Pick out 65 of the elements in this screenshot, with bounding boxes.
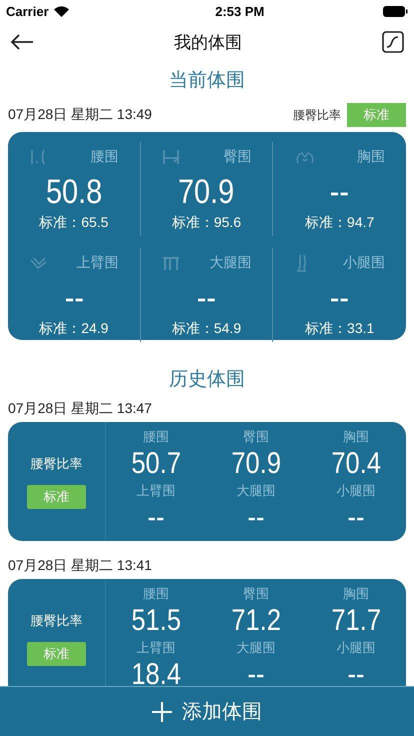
clock-time: 2:53 PM (215, 4, 264, 18)
standard-value: 标准：33.1 (305, 320, 374, 338)
standard-value: 标准：54.9 (172, 320, 242, 338)
measure-value: 18.4 (131, 656, 181, 686)
ratio-label: 腰臀比率 (30, 454, 82, 472)
measure-label: 胸围 (343, 584, 369, 602)
battery-icon (383, 6, 408, 16)
measure-value: -- (148, 500, 164, 536)
standard-value: 标准：65.5 (39, 214, 108, 232)
measure-value: 71.7 (331, 602, 381, 638)
measure-value: 50.7 (131, 446, 181, 482)
measure-value: 70.9 (231, 446, 281, 482)
carrier-label: Carrier (6, 4, 49, 18)
section-title: 历史体围 (168, 368, 246, 392)
measure-value: -- (196, 278, 216, 319)
record-date: 07月28日 星期二 13:41 (8, 556, 153, 575)
standard-value: 标准：24.9 (39, 320, 108, 338)
back-arrow-icon (10, 34, 34, 50)
ratio-label: 腰臀比率 (30, 612, 82, 630)
measure-label: 大腿围 (236, 482, 276, 500)
standard-value: 标准：94.7 (305, 214, 374, 232)
page-title: 我的体围 (174, 32, 242, 54)
measure-value: -- (348, 656, 364, 686)
measure-label: 臀围 (223, 148, 252, 166)
measure-label: 臀围 (243, 584, 269, 602)
chart-button[interactable] (382, 31, 404, 53)
status-badge: 标准 (27, 484, 86, 508)
measure-value: 71.2 (231, 602, 281, 638)
section-title: 当前体围 (168, 69, 246, 93)
back-button[interactable] (10, 34, 34, 50)
record-date: 07月28日 星期二 13:49 (8, 106, 152, 124)
measure-label: 上臂围 (76, 254, 119, 272)
measure-value: 51.5 (131, 602, 181, 638)
measure-label: 腰围 (90, 148, 119, 166)
measure-value: 70.4 (331, 446, 381, 482)
chart-icon (382, 31, 404, 53)
measure-label: 大腿围 (209, 254, 252, 272)
measure-label: 腰围 (143, 428, 169, 446)
measure-value: -- (330, 172, 350, 213)
add-measurement-button[interactable]: 添加体围 (0, 686, 414, 736)
measure-value: 70.9 (178, 172, 235, 213)
measure-label: 大腿围 (236, 638, 276, 656)
measure-label: 上臂围 (136, 482, 176, 500)
measure-value: 50.8 (46, 172, 102, 213)
measure-label: 小腿围 (336, 482, 376, 500)
measure-label: 小腿围 (342, 254, 385, 272)
plus-icon (152, 702, 172, 722)
measure-value: -- (330, 278, 350, 319)
standard-value: 标准：95.6 (172, 214, 242, 232)
calf-icon (294, 254, 309, 272)
measure-value: -- (348, 500, 364, 536)
measure-label: 腰围 (143, 584, 169, 602)
measure-label: 臀围 (243, 428, 269, 446)
wifi-icon (54, 6, 69, 16)
measure-value: -- (64, 278, 84, 319)
ratio-label: 腰臀比率 (293, 106, 341, 124)
status-badge: 标准 (347, 103, 406, 127)
record-date: 07月28日 星期二 13:47 (8, 399, 153, 418)
measure-label: 小腿围 (336, 638, 376, 656)
status-badge: 标准 (27, 642, 86, 666)
measure-label: 胸围 (343, 428, 369, 446)
measure-label: 上臂围 (136, 638, 176, 656)
measure-value: -- (248, 500, 264, 536)
measure-label: 胸围 (356, 148, 385, 166)
measure-value: -- (248, 656, 264, 686)
